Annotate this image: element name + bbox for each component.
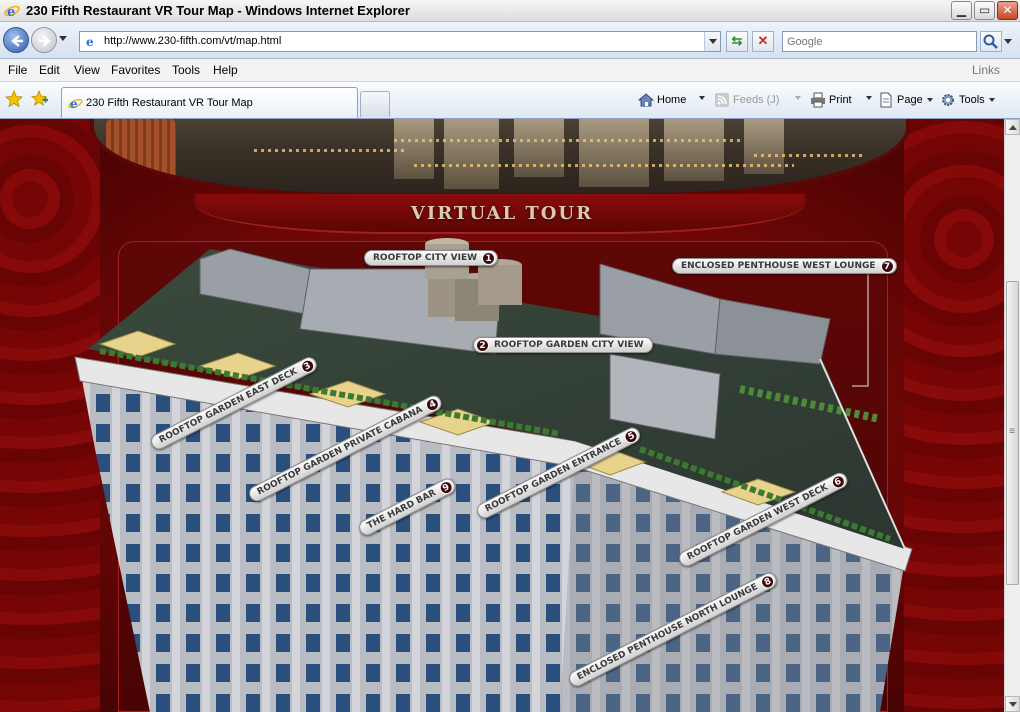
gear-icon [942,94,954,106]
scroll-down-button[interactable] [1005,696,1020,712]
feeds-button[interactable]: Feeds (J) [714,92,779,110]
recent-pages-dropdown[interactable] [59,36,67,41]
favorites-star-icon[interactable] [5,90,23,108]
printer-icon [811,92,825,108]
ie-logo-icon: e [4,5,20,19]
menu-file[interactable]: File [8,63,27,77]
scroll-thumb[interactable] [1006,281,1019,585]
stop-button[interactable]: ✕ [752,31,774,52]
add-favorites-icon[interactable] [31,90,49,108]
links-toolbar[interactable]: Links [972,63,1000,77]
search-options-dropdown[interactable] [1004,39,1012,44]
search-input[interactable] [783,32,976,51]
window-title: 230 Fifth Restaurant VR Tour Map - Windo… [26,3,410,18]
svg-text:e: e [7,5,15,19]
maximize-button[interactable]: ▭ [974,1,995,20]
close-button[interactable]: ✕ [997,1,1018,20]
menu-view[interactable]: View [74,63,100,77]
forward-button[interactable] [31,27,57,53]
menu-edit[interactable]: Edit [39,63,60,77]
search-box[interactable] [782,31,977,52]
home-button[interactable]: Home [638,92,686,110]
page-menu-button[interactable]: Page [878,92,933,110]
page-content: VIRTUAL TOUR ROOFTOP CITY VIEW 1 2 ROOFT… [0,119,1004,712]
print-dropdown[interactable] [862,92,872,110]
address-field[interactable]: e http://www.230-fifth.com/vt/map.html [79,31,721,52]
home-dropdown[interactable] [695,92,705,110]
page-icon: e [86,35,94,49]
menu-tools[interactable]: Tools [172,63,200,77]
tab-active[interactable]: e 230 Fifth Restaurant VR Tour Map [61,87,358,118]
location-rooftop-garden-city-view[interactable]: 2 ROOFTOP GARDEN CITY VIEW [473,337,653,353]
title-bar: e 230 Fifth Restaurant VR Tour Map - Win… [0,0,1020,22]
print-button[interactable]: Print [810,92,852,110]
tab-bar: e 230 Fifth Restaurant VR Tour Map Home … [0,82,1020,119]
building-illustration [74,238,913,712]
back-arrow-icon [11,35,23,47]
minimize-button[interactable]: ▁ [951,1,972,20]
back-button[interactable] [3,27,29,53]
menu-favorites[interactable]: Favorites [111,63,160,77]
menu-bar: File Edit View Favorites Tools Help Link… [0,59,1020,82]
forward-arrow-icon [39,35,51,47]
tab-title: 230 Fifth Restaurant VR Tour Map [86,97,253,109]
feeds-dropdown[interactable] [791,92,801,110]
refresh-button[interactable]: ⇆ [726,31,748,52]
tab-page-icon: e [68,97,83,111]
search-button[interactable] [980,31,1002,52]
tools-menu-button[interactable]: Tools [940,92,995,110]
location-enclosed-penthouse-west-lounge[interactable]: ENCLOSED PENTHOUSE WEST LOUNGE 7 [672,258,897,274]
home-icon [638,93,654,107]
feeds-icon [715,93,729,107]
vertical-scrollbar[interactable] [1004,119,1020,712]
url-text[interactable]: http://www.230-fifth.com/vt/map.html [104,35,281,47]
menu-help[interactable]: Help [213,63,238,77]
search-icon [983,34,998,49]
svg-text:e: e [70,97,78,111]
scroll-up-button[interactable] [1005,119,1020,135]
address-dropdown[interactable] [704,32,720,51]
page-icon [880,92,892,108]
location-rooftop-city-view[interactable]: ROOFTOP CITY VIEW 1 [364,250,499,266]
svg-text:e: e [86,35,94,49]
new-tab-button[interactable] [360,91,390,117]
address-toolbar: e http://www.230-fifth.com/vt/map.html ⇆… [0,22,1020,59]
